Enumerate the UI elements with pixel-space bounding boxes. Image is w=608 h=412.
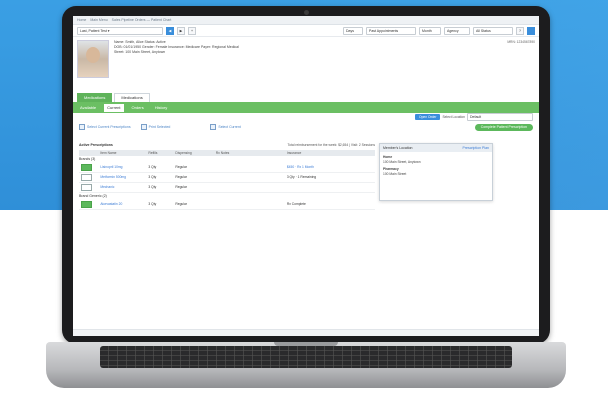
subtab-available[interactable]: Available <box>77 104 99 112</box>
add-button[interactable]: + <box>188 26 196 35</box>
group-title: Brands (3) <box>79 157 96 161</box>
item-name[interactable]: Lisinopril 10mg <box>98 163 146 172</box>
location-label: Select Location <box>442 115 465 119</box>
filter-days[interactable]: Days <box>343 26 363 35</box>
laptop: Home Main Menu Sales Pipeline Orders — P… <box>46 6 566 392</box>
action-label: Print Selected <box>148 125 171 129</box>
filter-month[interactable]: Month <box>419 26 441 35</box>
screen-footer <box>73 329 539 336</box>
row-checkbox[interactable] <box>81 184 92 191</box>
prescriptions-table: Item Name Refills Dispensing Rx Notes In… <box>79 150 375 210</box>
patient-id: MRN: 1234567890 <box>507 40 535 44</box>
popup-link[interactable]: Prescription Plan <box>463 144 489 152</box>
table-row[interactable]: Mechanic 3 Qty Regular <box>79 183 375 193</box>
col-header[interactable]: Rx Notes <box>214 150 285 156</box>
table-row[interactable]: Metformin 500mg 3 Qty Regular 3 Qty · 1 … <box>79 173 375 183</box>
main-content: Active Prescriptions Total reimbursement… <box>73 143 539 210</box>
breadcrumb: Home Main Menu Sales Pipeline Orders — P… <box>73 16 539 25</box>
summary-text: Total reimbursement for the week: $2,654… <box>287 143 375 147</box>
row-checkbox[interactable] <box>81 164 92 171</box>
laptop-screen: Home Main Menu Sales Pipeline Orders — P… <box>73 16 539 336</box>
tab-medications[interactable]: Medications <box>77 93 113 102</box>
popup-line: 100 Main Street, Anytown <box>383 160 421 164</box>
row-checkbox[interactable] <box>81 201 92 208</box>
patient-address: Street: 100 Main Street, Anytown <box>114 50 166 54</box>
row-checkbox[interactable] <box>81 174 92 181</box>
group-title: Brand Generic (2) <box>79 194 107 198</box>
print-icon <box>140 124 147 130</box>
action-row: Select Current Prescriptions Print Selec… <box>73 119 539 135</box>
subtab-bar: Available Current Orders History <box>73 102 539 113</box>
table-row[interactable]: Lisinopril 10mg 3 Qty Regular $450 · Rx … <box>79 163 375 173</box>
insurance: Rx Complete <box>286 202 306 206</box>
col-header[interactable]: Refills <box>146 150 173 156</box>
breadcrumb-item[interactable]: Main Menu <box>90 18 107 22</box>
item-name[interactable]: Metformin 500mg <box>98 173 146 182</box>
open-order-button[interactable]: Open Order <box>415 114 441 120</box>
subtab-history[interactable]: History <box>152 104 170 112</box>
select-prescriptions-action[interactable]: Select Current Prescriptions <box>79 124 131 130</box>
refills: 3 Qty <box>148 202 157 206</box>
patient-info: Name: Smith, Alice Status: Active DOB: 0… <box>114 40 239 84</box>
popup-body: Home 100 Main Street, Anytown Pharmacy 1… <box>380 152 492 180</box>
tab-controls: Open Order Select Location Default <box>415 113 533 121</box>
subtab-orders[interactable]: Orders <box>129 104 147 112</box>
print-selected-action[interactable]: Print Selected <box>140 124 171 130</box>
col-header[interactable]: Insurance <box>285 150 375 156</box>
patient-header: Name: Smith, Alice Status: Active DOB: 0… <box>73 37 539 87</box>
item-name[interactable]: Atorvastatin 20 <box>98 200 146 209</box>
patient-selector-value: Last, Patient Test <box>80 28 107 33</box>
filter-appointments[interactable]: Past Appointments <box>366 26 416 35</box>
patient-photo <box>77 40 109 78</box>
item-name[interactable]: Mechanic <box>98 183 146 192</box>
popup-title: Member's Location <box>383 146 413 150</box>
breadcrumb-item[interactable]: Home <box>77 18 86 22</box>
refills: 3 Qty <box>148 185 157 189</box>
filter-status[interactable]: All Status <box>473 26 513 35</box>
next-button[interactable]: ▶ <box>177 26 185 35</box>
webcam <box>304 10 309 15</box>
patient-selector[interactable]: Last, Patient Test ▾ <box>77 26 163 35</box>
checkbox-icon <box>210 124 217 130</box>
complete-prescription-button[interactable]: Complete Patient Prescription <box>474 123 533 131</box>
insurance[interactable]: $450 · Rx 1 Month <box>285 163 375 172</box>
keyboard-rows <box>100 346 512 368</box>
refills: 3 Qty <box>148 165 157 169</box>
refills: 3 Qty <box>148 175 157 179</box>
table-header: Item Name Refills Dispensing Rx Notes In… <box>79 150 375 156</box>
popup-line: 100 Main Street <box>383 172 407 176</box>
chevron-down-icon: ▾ <box>107 28 110 33</box>
filter-agency[interactable]: Agency <box>444 26 470 35</box>
checkbox-icon <box>79 124 85 130</box>
toolbar: Last, Patient Test ▾ ◀ ▶ + Days Past App… <box>73 25 539 37</box>
action-label: Select Current Prescriptions <box>87 125 131 129</box>
select-current-action[interactable]: Select Current <box>210 124 241 130</box>
dispensing: Regular <box>175 202 187 206</box>
table-row[interactable]: Atorvastatin 20 3 Qty Regular Rx Complet… <box>79 200 375 210</box>
tab-secondary[interactable]: Medications <box>114 93 150 102</box>
location-select[interactable]: Default <box>467 113 533 121</box>
location-popup: Member's Location Prescription Plan Home… <box>379 143 493 201</box>
popup-header: Member's Location Prescription Plan <box>380 144 492 152</box>
action-label: Select Current <box>218 125 241 129</box>
subtab-current[interactable]: Current <box>104 103 124 112</box>
main-tabs: Medications Medications <box>73 93 539 102</box>
section-title: Active Prescriptions <box>79 143 113 147</box>
col-header[interactable]: Item Name <box>98 150 146 156</box>
breadcrumb-item: Sales Pipeline Orders — Patient Chart <box>111 18 172 22</box>
help-button[interactable]: ? <box>516 26 524 35</box>
col-header[interactable]: Dispensing <box>173 150 213 156</box>
insurance: 3 Qty · 1 Remaining <box>286 175 317 179</box>
dispensing: Regular <box>175 165 187 169</box>
dispensing: Regular <box>175 185 187 189</box>
dispensing: Regular <box>175 175 187 179</box>
prev-button[interactable]: ◀ <box>166 26 174 35</box>
settings-button[interactable] <box>527 26 535 35</box>
